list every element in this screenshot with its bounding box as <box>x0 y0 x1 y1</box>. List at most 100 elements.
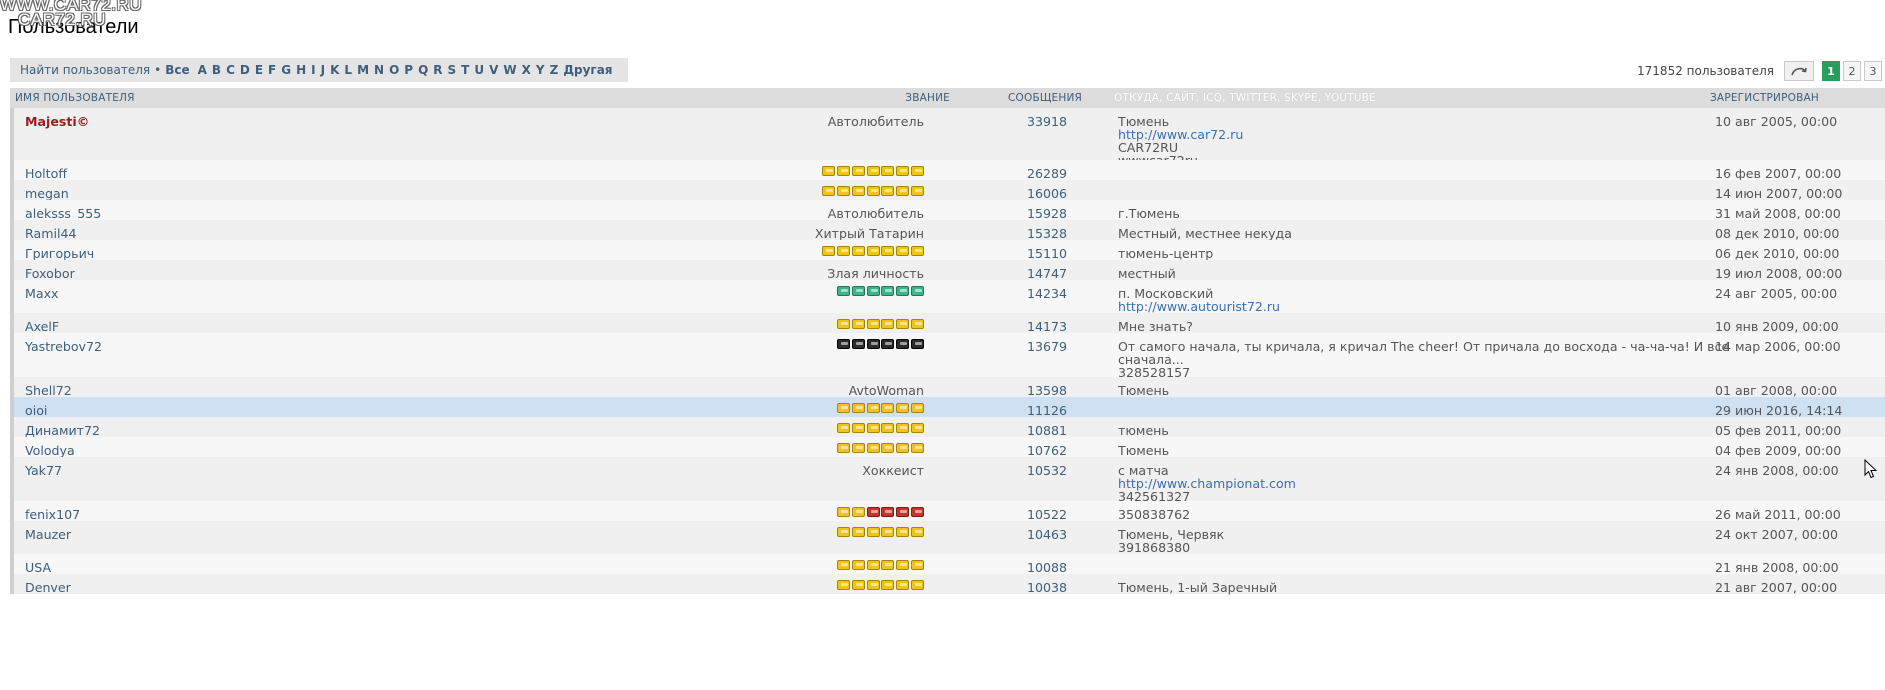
post-count-link[interactable]: 15928 <box>1027 207 1067 220</box>
car-rank-icon <box>911 402 924 413</box>
post-count-link[interactable]: 10522 <box>1027 508 1067 521</box>
post-count-link[interactable]: 14234 <box>1027 287 1067 300</box>
car-rank-icon <box>911 422 924 433</box>
username-link[interactable]: Yastrebov72 <box>25 340 102 353</box>
table-row: Mauzer 10463 Тюмень, Червяк 391868380 24 окт… <box>10 520 1885 554</box>
username-link[interactable]: Denver <box>25 581 71 594</box>
table-row: Denver 10038 Тюмень, 1-ый Заречный 21 авг 2… <box>10 573 1885 595</box>
car-rank-icon <box>881 442 895 453</box>
username-link[interactable]: Majesti© <box>25 115 89 128</box>
post-count-link[interactable]: 13598 <box>1027 384 1067 397</box>
table-row: Григорьич 15110 тюмень-центр 06 дек 2010, 0… <box>10 240 1885 260</box>
post-count-link[interactable]: 13679 <box>1027 340 1067 353</box>
page-3-button[interactable]: 3 <box>1864 61 1882 81</box>
website-link[interactable]: http://www.autourist72.ru <box>1118 300 1280 313</box>
car-rank-icon <box>866 579 880 590</box>
letter-filter-o[interactable]: O <box>389 63 404 77</box>
car-rank-icon <box>881 339 895 350</box>
letter-filter-w[interactable]: W <box>503 63 521 77</box>
username-link[interactable]: aleksss_555 <box>25 207 101 220</box>
username-link[interactable]: Григорьич <box>25 247 94 260</box>
header-registered[interactable]: Зарегистрирован <box>1710 92 1819 104</box>
post-count-link[interactable]: 16006 <box>1027 187 1067 200</box>
username-link[interactable]: Shell72 <box>25 384 72 397</box>
letter-filter-x[interactable]: X <box>522 63 536 77</box>
letter-filter-z[interactable]: Z <box>550 63 564 77</box>
letter-filter-all[interactable]: Все <box>165 63 197 77</box>
post-count-link[interactable]: 14747 <box>1027 267 1067 280</box>
table-body: Majesti© Автолюбитель 33918 Тюмень http://ww… <box>10 108 1885 594</box>
location-line: Тюмень <box>1118 382 1170 398</box>
letter-filter-p[interactable]: P <box>404 63 418 77</box>
location-line: Тюмень, Червяк <box>1118 526 1225 542</box>
post-count-link[interactable]: 10463 <box>1027 528 1067 541</box>
username-link[interactable]: Mauzer <box>25 528 71 541</box>
username-link[interactable]: Maxx <box>25 287 59 300</box>
letter-filter-e[interactable]: E <box>255 63 268 77</box>
location-line: сначала... <box>1118 352 1184 368</box>
page-1-button[interactable]: 1 <box>1822 61 1840 81</box>
find-user-link[interactable]: Найти пользователя <box>20 63 150 77</box>
car-rank-icon <box>911 166 924 176</box>
username-link[interactable]: Ramil44 <box>25 227 76 240</box>
letter-filter-u[interactable]: U <box>474 63 489 77</box>
letter-filter-b[interactable]: B <box>212 63 226 77</box>
post-count-link[interactable]: 26289 <box>1027 167 1067 180</box>
letter-filter-other[interactable]: Другая <box>563 63 617 77</box>
post-count-link[interactable]: 10088 <box>1027 561 1067 574</box>
username-link[interactable]: fenix107 <box>25 508 80 521</box>
post-count-link[interactable]: 15328 <box>1027 227 1067 240</box>
post-count-link[interactable]: 14173 <box>1027 320 1067 333</box>
username-link[interactable]: Динамит72 <box>25 424 100 437</box>
letter-filter-c[interactable]: C <box>226 63 240 77</box>
post-count-link[interactable]: 11126 <box>1027 404 1067 417</box>
letter-filter-n[interactable]: N <box>374 63 389 77</box>
page-list: 123 <box>1822 61 1885 81</box>
letter-filter-a[interactable]: A <box>198 63 212 77</box>
post-count-link[interactable]: 33918 <box>1027 115 1067 128</box>
username-link[interactable]: Yak77 <box>25 464 62 477</box>
page-2-button[interactable]: 2 <box>1843 61 1861 81</box>
registered-date: 14 мар 2006, 00:00 <box>1715 339 1841 355</box>
post-count-link[interactable]: 10038 <box>1027 581 1067 594</box>
letter-filter-i[interactable]: I <box>311 63 320 77</box>
post-count-link[interactable]: 15110 <box>1027 247 1067 260</box>
letter-filter-f[interactable]: F <box>268 63 281 77</box>
car-rank-icon <box>896 579 910 590</box>
letter-filter-d[interactable]: D <box>240 63 255 77</box>
letter-filter-m[interactable]: M <box>357 63 374 77</box>
letter-filter-y[interactable]: Y <box>536 63 550 77</box>
post-count-link[interactable]: 10881 <box>1027 424 1067 437</box>
letter-filter-r[interactable]: R <box>433 63 447 77</box>
letter-filter-v[interactable]: V <box>489 63 503 77</box>
username-link[interactable]: megan <box>25 187 69 200</box>
letter-filter-l[interactable]: L <box>344 63 357 77</box>
car-rank-icon <box>866 422 880 433</box>
registered-date: 29 июн 2016, 14:14 <box>1715 402 1843 418</box>
letter-filter-k[interactable]: K <box>330 63 344 77</box>
username-link[interactable]: Holtoff <box>25 167 67 180</box>
letter-filter-j[interactable]: J <box>321 63 330 77</box>
post-count-link[interactable]: 10532 <box>1027 464 1067 477</box>
jump-to-page-button[interactable] <box>1784 61 1814 81</box>
header-rank[interactable]: Звание <box>905 92 950 104</box>
letter-filter-g[interactable]: G <box>281 63 296 77</box>
rank-image <box>822 246 924 256</box>
post-count-link[interactable]: 10762 <box>1027 444 1067 457</box>
car-rank-icon <box>851 166 865 176</box>
header-posts[interactable]: Сообщения <box>1008 92 1082 104</box>
username-link[interactable]: USA <box>25 561 51 574</box>
rank-title: Автолюбитель <box>827 114 924 129</box>
header-username[interactable]: Имя пользователя <box>15 92 135 104</box>
username-link[interactable]: Volodya <box>25 444 75 457</box>
registered-date: 24 авг 2005, 00:00 <box>1715 286 1838 301</box>
location-info: 350838762 <box>1118 508 1190 521</box>
username-link[interactable]: AxelF <box>25 320 59 333</box>
username-link[interactable]: Foxobor <box>25 267 75 280</box>
username-link[interactable]: oioi <box>25 404 47 417</box>
letter-filter-t[interactable]: T <box>461 63 474 77</box>
location-line: Тюмень, 1-ый Заречный <box>1118 579 1278 595</box>
letter-filter-h[interactable]: H <box>296 63 311 77</box>
letter-filter-s[interactable]: S <box>448 63 462 77</box>
letter-filter-q[interactable]: Q <box>418 63 433 77</box>
